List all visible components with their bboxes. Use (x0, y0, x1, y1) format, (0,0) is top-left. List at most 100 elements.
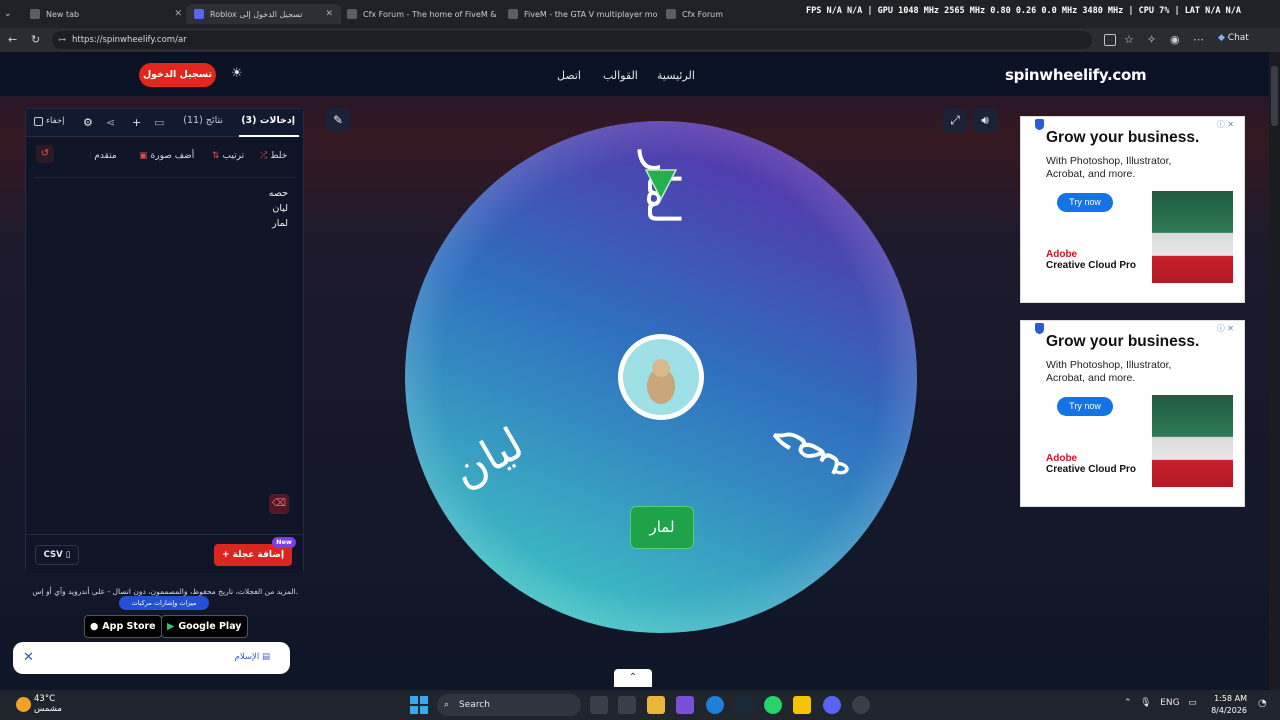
notification-text[interactable]: الإسلام ▤ (235, 652, 270, 662)
back-icon[interactable]: ← (8, 33, 17, 46)
reload-icon[interactable]: ↻ (31, 33, 40, 46)
close-tab-icon[interactable]: ✕ (325, 9, 333, 19)
tab-cfx-forum[interactable]: Cfx Forum (666, 4, 800, 24)
taskbar-clock[interactable]: 1:58 AM 8/4/2026 (1207, 693, 1247, 717)
browser-toolbar: ← ↻ ⊶ https://spinwheelify.com/ar ☆ ✧ ◉ … (0, 28, 1280, 52)
network-icon[interactable]: ▭ (1188, 698, 1197, 708)
site-logo[interactable]: spinwheelify.com (1005, 66, 1147, 84)
panel-footer: CSV ▯ + إضافة عجلة New (26, 534, 303, 573)
tab-entries[interactable]: إدخالات (3) (241, 115, 295, 126)
profile-avatar[interactable]: ◉ (1170, 33, 1180, 46)
advanced-button[interactable]: ⫶ متقدم (89, 151, 117, 161)
show-hidden-icons-icon[interactable]: ⌃ (1124, 698, 1132, 708)
app-icon[interactable] (676, 696, 694, 714)
fullscreen-icon[interactable]: ⤢ (943, 108, 967, 132)
entries-panel: إدخالات (3) نتائج (11) ▭ + ⋖ ⚙ إخفاء ⤮ خل… (25, 108, 304, 573)
wheel-center-avatar[interactable] (618, 334, 704, 420)
ad-info-icon[interactable]: ⓘ ✕ (1217, 323, 1234, 334)
edit-pencil-icon[interactable]: ✎ (326, 108, 350, 132)
tab-results[interactable]: نتائج (11) (183, 115, 223, 126)
whatsapp-icon[interactable] (764, 696, 782, 714)
taskbar-search[interactable]: ⌕ Search (437, 694, 581, 716)
ad-headline: Grow your business. (1046, 333, 1200, 350)
ad-brand: Adobe Creative Cloud Pro (1046, 249, 1137, 271)
weather-sun-icon (16, 697, 31, 712)
more-options-icon[interactable]: ⋯ (1193, 33, 1204, 46)
close-tab-icon[interactable]: ✕ (174, 9, 182, 19)
page-icon (30, 9, 40, 19)
ad-cta-button[interactable]: Try now (1057, 397, 1113, 416)
address-bar[interactable]: ⊶ https://spinwheelify.com/ar (52, 31, 1092, 49)
theme-toggle-sun-icon[interactable]: ☀ (231, 66, 243, 81)
copilot-chat-button[interactable]: ◆ Chat (1218, 33, 1249, 43)
notification-bar: ✕ الإسلام ▤ (13, 642, 290, 674)
tab-roblox[interactable]: Roblox تسجيل الدخول إلى ✕ (186, 4, 341, 24)
windows-start-icon[interactable] (410, 696, 428, 714)
cfx-icon (666, 9, 676, 19)
site-info-icon[interactable]: ⊶ (58, 31, 66, 49)
features-badge[interactable]: ميزات وإشارات مركبات (119, 596, 209, 610)
chrome-icon[interactable] (852, 696, 870, 714)
winner-result-badge: لمار (630, 506, 694, 549)
rockstar-icon[interactable] (793, 696, 811, 714)
url-text: https://spinwheelify.com/ar (72, 35, 187, 45)
cfx-icon (347, 9, 357, 19)
nav-home[interactable]: الرئيسية (657, 69, 695, 82)
add-image-button[interactable]: ▣ أضف صورة (139, 151, 194, 161)
save-icon[interactable]: ▭ (154, 116, 164, 129)
reset-icon[interactable]: ↺ (36, 145, 54, 163)
edge-browser-icon[interactable] (706, 696, 724, 714)
microphone-icon[interactable]: 🎙︎ (1140, 698, 1151, 708)
list-item: ليان (272, 203, 288, 214)
scrollbar-thumb[interactable] (1271, 66, 1278, 126)
notifications-icon[interactable]: ◔ (1258, 698, 1267, 709)
chevron-up-icon[interactable]: ⌃ (614, 669, 652, 687)
ad-info-icon[interactable]: ⓘ ✕ (1217, 119, 1234, 130)
tab-list-button[interactable]: ⌄ (4, 4, 20, 24)
shuffle-button[interactable]: ⤮ خلط (260, 151, 287, 161)
csv-button[interactable]: CSV ▯ (35, 545, 79, 565)
tab-fivem[interactable]: FiveM - the GTA V multiplayer mo ✕ (508, 4, 660, 24)
steam-icon[interactable] (735, 696, 753, 714)
settings-gear-icon[interactable]: ⚙ (83, 116, 93, 129)
signin-button[interactable]: تسجيل الدخول (139, 63, 216, 87)
tab-new-tab[interactable]: New tab ✕ (30, 4, 182, 24)
sort-button[interactable]: ⇅ ترتيب (212, 151, 244, 161)
active-tab-indicator (239, 135, 299, 137)
nav-contact[interactable]: اتصل (557, 69, 581, 82)
task-view-icon[interactable] (590, 696, 608, 714)
add-icon[interactable]: + (132, 116, 141, 129)
advertisement[interactable]: ⓘ ✕ Grow your business. With Photoshop, … (1020, 320, 1245, 507)
reader-icon[interactable] (1104, 34, 1116, 46)
share-icon[interactable]: ⋖ (106, 116, 115, 129)
shuffle-icon: ⤮ (260, 151, 268, 161)
ad-photo (1152, 191, 1233, 283)
sound-icon[interactable]: 🔊︎ (973, 108, 997, 132)
entries-textarea[interactable]: حصه ليان لمار (34, 177, 296, 522)
roblox-icon (194, 9, 204, 19)
kitten-head (652, 359, 670, 377)
language-indicator[interactable]: ENG (1160, 698, 1179, 708)
play-icon: ▶ (167, 621, 175, 632)
page-scrollbar[interactable] (1269, 52, 1280, 690)
collections-icon[interactable]: ✧ (1147, 33, 1156, 46)
widgets-icon[interactable] (618, 696, 636, 714)
spin-wheel[interactable]: لمار حصه ليان (396, 118, 926, 648)
page-content: spinwheelify.com الرئيسية القوالب اتصل ت… (0, 52, 1269, 690)
hide-checkbox[interactable]: إخفاء (34, 116, 65, 126)
close-icon[interactable]: ✕ (23, 650, 34, 665)
clear-entries-icon[interactable]: ⌫ (269, 494, 289, 514)
ad-brand: Adobe Creative Cloud Pro (1046, 453, 1137, 475)
nav-templates[interactable]: القوالب (603, 69, 638, 82)
file-icon: ▯ (65, 550, 71, 560)
system-tray: ⌃ 🎙︎ ENG ▭ (1124, 698, 1197, 708)
app-store-button[interactable]: ● App Store (84, 615, 162, 638)
discord-icon[interactable] (823, 696, 841, 714)
file-explorer-icon[interactable] (647, 696, 665, 714)
google-play-button[interactable]: ▶ Google Play (161, 615, 248, 638)
tab-cfx-forum-home[interactable]: Cfx Forum - The home of FiveM & ✕ (347, 4, 502, 24)
checkbox-box (34, 116, 43, 126)
advertisement[interactable]: ⓘ ✕ Grow your business. With Photoshop, … (1020, 116, 1245, 303)
favorite-star-icon[interactable]: ☆ (1124, 33, 1134, 46)
ad-cta-button[interactable]: Try now (1057, 193, 1113, 212)
